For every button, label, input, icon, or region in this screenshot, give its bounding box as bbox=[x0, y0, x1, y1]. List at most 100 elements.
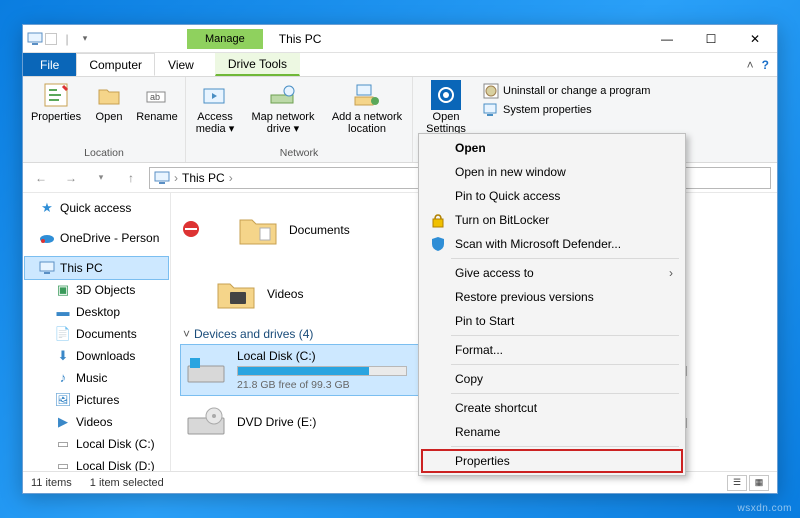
window-title: This PC bbox=[279, 32, 322, 46]
nav-desktop[interactable]: ▬Desktop bbox=[25, 301, 168, 323]
ctx-copy[interactable]: Copy bbox=[421, 367, 683, 391]
system-properties-button[interactable]: System properties bbox=[483, 102, 650, 118]
dvd-drive-icon bbox=[185, 401, 227, 443]
nav-quick-access[interactable]: ★Quick access bbox=[25, 197, 168, 219]
documents-icon: 📄 bbox=[55, 326, 71, 342]
pc-icon bbox=[39, 260, 55, 276]
close-button[interactable]: ✕ bbox=[733, 25, 777, 53]
nav-videos[interactable]: ▶Videos bbox=[25, 411, 168, 433]
nav-music[interactable]: ♪Music bbox=[25, 367, 168, 389]
minimize-button[interactable]: — bbox=[645, 25, 689, 53]
map-drive-button[interactable]: Map network drive ▾ bbox=[244, 79, 322, 146]
settings-gear-icon bbox=[431, 81, 461, 109]
videos-icon: ▶ bbox=[55, 414, 71, 430]
large-icons-view-button[interactable]: ▦ bbox=[749, 475, 769, 491]
ctx-open[interactable]: Open bbox=[421, 136, 683, 160]
folder-icon bbox=[215, 273, 257, 315]
separator bbox=[451, 446, 679, 447]
maximize-button[interactable]: ☐ bbox=[689, 25, 733, 53]
shield-icon bbox=[429, 235, 447, 253]
ctx-pin-to-start[interactable]: Pin to Start bbox=[421, 309, 683, 333]
uninstall-program-button[interactable]: Uninstall or change a program bbox=[483, 83, 650, 99]
drive-local-disk-c[interactable]: Local Disk (C:) 21.8 GB free of 99.3 GB bbox=[181, 345, 441, 395]
chevron-right-icon[interactable]: › bbox=[174, 171, 178, 185]
ctx-defender-scan[interactable]: Scan with Microsoft Defender... bbox=[421, 232, 683, 256]
tab-file[interactable]: File bbox=[23, 53, 76, 76]
ctx-create-shortcut[interactable]: Create shortcut bbox=[421, 396, 683, 420]
selection-count: 1 item selected bbox=[90, 477, 164, 489]
divider-icon: | bbox=[59, 31, 75, 47]
separator bbox=[451, 335, 679, 336]
tab-computer[interactable]: Computer bbox=[76, 53, 155, 76]
storage-bar bbox=[237, 366, 407, 376]
nav-local-disk-c[interactable]: ▭Local Disk (C:) bbox=[25, 433, 168, 455]
chevron-right-icon[interactable]: › bbox=[229, 171, 233, 185]
pictures-icon: 🖼 bbox=[55, 392, 71, 408]
separator bbox=[451, 258, 679, 259]
ctx-format[interactable]: Format... bbox=[421, 338, 683, 362]
explorer-window: | ▾ Manage This PC — ☐ ✕ File Computer V… bbox=[22, 24, 778, 494]
map-drive-icon bbox=[268, 81, 298, 109]
add-network-location-button[interactable]: Add a network location bbox=[328, 79, 406, 146]
downloads-icon: ⬇ bbox=[55, 348, 71, 364]
navigation-pane: ★Quick access OneDrive - Person This PC … bbox=[23, 193, 171, 471]
pc-icon bbox=[27, 31, 43, 47]
nav-this-pc[interactable]: This PC bbox=[25, 257, 168, 279]
nav-downloads[interactable]: ⬇Downloads bbox=[25, 345, 168, 367]
onedrive-icon bbox=[39, 230, 55, 246]
separator bbox=[451, 364, 679, 365]
item-count: 11 items bbox=[31, 477, 72, 489]
access-media-button[interactable]: Access media ▾ bbox=[192, 79, 238, 146]
uninstall-icon bbox=[483, 83, 499, 99]
tab-drive-tools[interactable]: Drive Tools bbox=[215, 53, 300, 76]
up-button[interactable]: ↑ bbox=[119, 166, 143, 190]
chevron-right-icon: › bbox=[669, 266, 673, 280]
help-icon[interactable]: ? bbox=[762, 58, 769, 72]
tab-view[interactable]: View bbox=[155, 53, 207, 76]
quick-access-toolbar: | ▾ bbox=[23, 31, 97, 47]
star-icon: ★ bbox=[39, 200, 55, 216]
chevron-down-icon[interactable]: ▾ bbox=[77, 31, 93, 47]
nav-pictures[interactable]: 🖼Pictures bbox=[25, 389, 168, 411]
ribbon-collapse-icon[interactable]: ˄ bbox=[747, 58, 754, 72]
back-button[interactable]: ← bbox=[29, 166, 53, 190]
drive-icon: ▭ bbox=[55, 458, 71, 471]
ctx-bitlocker[interactable]: Turn on BitLocker bbox=[421, 208, 683, 232]
ctx-restore-previous[interactable]: Restore previous versions bbox=[421, 285, 683, 309]
nav-onedrive[interactable]: OneDrive - Person bbox=[25, 227, 168, 249]
breadcrumb[interactable]: This PC bbox=[182, 171, 225, 185]
recent-dropdown-icon[interactable]: ▾ bbox=[89, 166, 113, 190]
drive-icon: ▭ bbox=[55, 436, 71, 452]
details-view-button[interactable]: ☰ bbox=[727, 475, 747, 491]
blocked-overlay-icon bbox=[185, 209, 227, 251]
system-properties-icon bbox=[483, 102, 499, 118]
pc-icon bbox=[154, 171, 170, 185]
ribbon-tabstrip: File Computer View Drive Tools ˄ ? bbox=[23, 53, 777, 77]
manage-contextual-tab[interactable]: Manage bbox=[187, 29, 263, 49]
ribbon-group-network: Access media ▾ Map network drive ▾ Add a… bbox=[186, 77, 413, 162]
separator bbox=[451, 393, 679, 394]
nav-local-disk-d[interactable]: ▭Local Disk (D:) bbox=[25, 455, 168, 471]
rename-button[interactable]: ab Rename bbox=[135, 79, 179, 146]
cube-icon: ▣ bbox=[55, 282, 71, 298]
nav-documents[interactable]: 📄Documents bbox=[25, 323, 168, 345]
drive-dvd-e[interactable]: DVD Drive (E:) bbox=[181, 397, 441, 447]
folder-documents[interactable]: Documents bbox=[181, 201, 441, 259]
folder-videos[interactable]: Videos bbox=[181, 269, 441, 319]
ctx-rename[interactable]: Rename bbox=[421, 420, 683, 444]
forward-button[interactable]: → bbox=[59, 166, 83, 190]
properties-button[interactable]: Properties bbox=[29, 79, 83, 146]
svg-text:ab: ab bbox=[150, 92, 160, 102]
titlebar: | ▾ Manage This PC — ☐ ✕ bbox=[23, 25, 777, 53]
media-icon bbox=[200, 81, 230, 109]
ctx-open-new-window[interactable]: Open in new window bbox=[421, 160, 683, 184]
ctx-give-access-to[interactable]: Give access to› bbox=[421, 261, 683, 285]
ctx-pin-quick-access[interactable]: Pin to Quick access bbox=[421, 184, 683, 208]
desktop-icon: ▬ bbox=[55, 304, 71, 320]
checkbox-icon[interactable] bbox=[45, 33, 57, 45]
open-button[interactable]: Open bbox=[89, 79, 129, 146]
ctx-properties[interactable]: Properties bbox=[421, 449, 683, 473]
folder-icon bbox=[237, 209, 279, 251]
watermark: wsxdn.com bbox=[737, 503, 792, 514]
nav-3d-objects[interactable]: ▣3D Objects bbox=[25, 279, 168, 301]
